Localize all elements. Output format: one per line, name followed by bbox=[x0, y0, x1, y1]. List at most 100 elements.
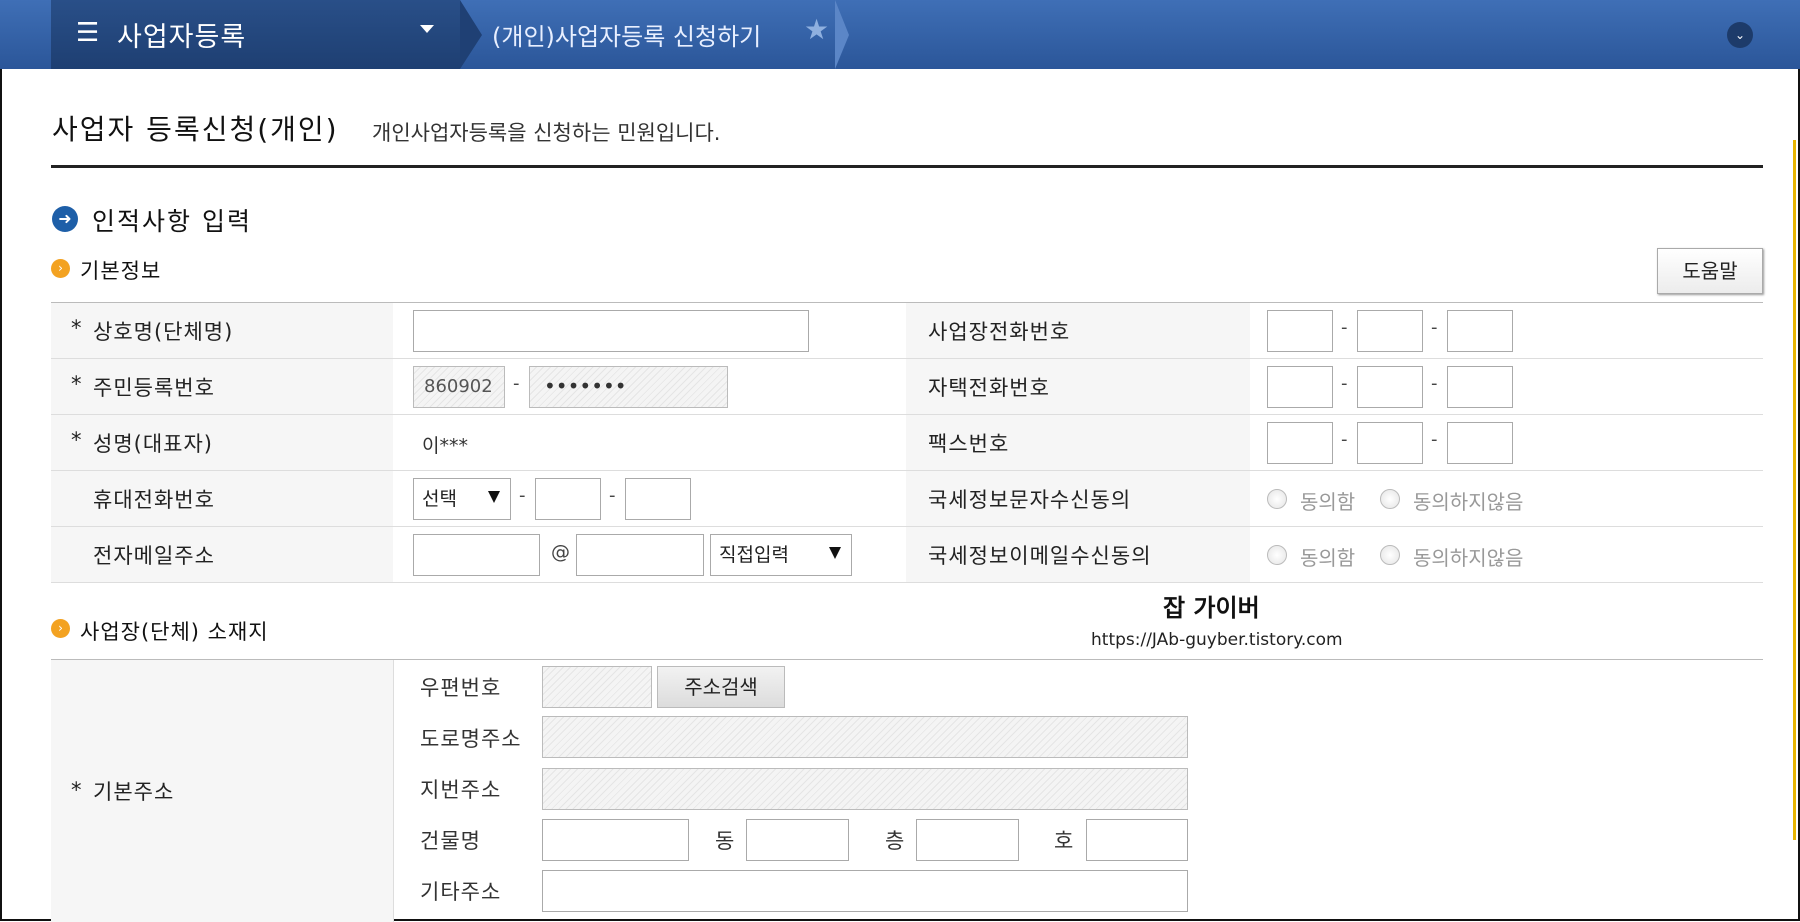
label-cell: 국세정보문자수신동의 bbox=[906, 471, 1250, 526]
table-row: 전자메일주소 @ 직접입력 국세정보이메일수신동의 동의함 동의하지않음 bbox=[51, 527, 1763, 583]
title-divider bbox=[51, 165, 1763, 168]
dash: - bbox=[519, 485, 526, 506]
road-address-input bbox=[542, 716, 1188, 758]
dash: - bbox=[609, 485, 616, 506]
business-phone-1[interactable] bbox=[1267, 310, 1333, 352]
address-section: * 기본주소 우편번호 주소검색 도로명주소 지번주소 건물명 동 층 호 기타… bbox=[51, 659, 1763, 922]
road-address-label: 도로명주소 bbox=[420, 727, 522, 751]
basic-info-title: 기본정보 bbox=[80, 259, 162, 283]
home-phone-1[interactable] bbox=[1267, 366, 1333, 408]
sms-consent-label: 국세정보문자수신동의 bbox=[928, 488, 1132, 512]
dash: - bbox=[1431, 429, 1438, 450]
email-domain-input[interactable] bbox=[576, 534, 704, 576]
fax-1[interactable] bbox=[1267, 422, 1333, 464]
email-local-input[interactable] bbox=[413, 534, 540, 576]
email-agree-label: 동의함 bbox=[1300, 546, 1356, 570]
dash: - bbox=[513, 373, 520, 394]
company-name-input[interactable] bbox=[413, 310, 809, 352]
etc-address-input[interactable] bbox=[542, 870, 1188, 912]
mobile-prefix-select[interactable]: 선택 bbox=[413, 478, 511, 520]
resident-number-front: 860902 bbox=[413, 366, 505, 408]
at-sign: @ bbox=[551, 541, 570, 563]
table-row: * 성명(대표자) 이*** 팩스번호 - - bbox=[51, 415, 1763, 471]
hamburger-icon[interactable]: ☰ bbox=[76, 20, 99, 46]
home-phone-2[interactable] bbox=[1357, 366, 1423, 408]
dash: - bbox=[1341, 429, 1348, 450]
dropdown-arrow-icon bbox=[829, 547, 841, 559]
business-phone-2[interactable] bbox=[1357, 310, 1423, 352]
ho-label: 호 bbox=[1054, 829, 1075, 853]
mobile-prefix-value: 선택 bbox=[422, 488, 457, 510]
email-label: 전자메일주소 bbox=[93, 544, 215, 568]
lot-address-input bbox=[542, 768, 1188, 810]
basic-info-table: * 상호명(단체명) 사업장전화번호 - - * 주민등록번호 860902 -… bbox=[51, 302, 1763, 583]
bullet-icon: › bbox=[51, 619, 70, 638]
email-consent-label: 국세정보이메일수신동의 bbox=[928, 544, 1152, 568]
page-title: 사업자 등록신청(개인) bbox=[52, 113, 339, 146]
mobile-label: 휴대전화번호 bbox=[93, 488, 215, 512]
arrow-right-icon: ➜ bbox=[52, 206, 78, 232]
top-nav-bar: ☰ 사업자등록 (개인)사업자등록 신청하기 ★ ⌄ bbox=[0, 0, 1800, 69]
fax-label: 팩스번호 bbox=[928, 432, 1010, 456]
caret-down-icon[interactable] bbox=[420, 25, 434, 33]
resident-number-back: ••••••• bbox=[529, 366, 728, 408]
label-cell: 팩스번호 bbox=[906, 415, 1250, 470]
fax-2[interactable] bbox=[1357, 422, 1423, 464]
fax-3[interactable] bbox=[1447, 422, 1513, 464]
scroll-accent bbox=[1793, 140, 1796, 840]
breadcrumb[interactable]: (개인)사업자등록 신청하기 bbox=[492, 17, 761, 52]
page-description: 개인사업자등록을 신청하는 민원입니다. bbox=[372, 121, 721, 145]
sms-disagree-radio[interactable] bbox=[1380, 489, 1400, 509]
email-domain-select[interactable]: 직접입력 bbox=[710, 534, 852, 576]
home-phone-3[interactable] bbox=[1447, 366, 1513, 408]
sms-agree-radio[interactable] bbox=[1267, 489, 1287, 509]
table-row: 휴대전화번호 선택 - - 국세정보문자수신동의 동의함 동의하지않음 bbox=[51, 471, 1763, 527]
dash: - bbox=[1341, 373, 1348, 394]
label-cell: 전자메일주소 bbox=[51, 527, 393, 582]
ho-input[interactable] bbox=[1086, 819, 1188, 861]
table-row: * 상호명(단체명) 사업장전화번호 - - bbox=[51, 303, 1763, 359]
watermark-url: https://JAb-guyber.tistory.com bbox=[1091, 630, 1343, 650]
home-phone-label: 자택전화번호 bbox=[928, 376, 1050, 400]
menu-dropdown[interactable] bbox=[51, 0, 482, 69]
label-cell: 자택전화번호 bbox=[906, 359, 1250, 414]
breadcrumb-separator bbox=[835, 0, 849, 69]
required-mark: * bbox=[71, 316, 83, 340]
zip-label: 우편번호 bbox=[420, 676, 502, 700]
label-cell: * 상호명(단체명) bbox=[51, 303, 393, 358]
email-disagree-label: 동의하지않음 bbox=[1413, 546, 1524, 570]
label-cell: 국세정보이메일수신동의 bbox=[906, 527, 1250, 582]
nav-separator bbox=[460, 0, 482, 69]
bullet-icon: › bbox=[51, 259, 70, 278]
chevron-down-icon[interactable]: ⌄ bbox=[1727, 22, 1753, 48]
required-mark: * bbox=[71, 778, 83, 802]
section-title: 인적사항 입력 bbox=[92, 207, 252, 236]
name-label: 성명(대표자) bbox=[93, 432, 213, 456]
email-disagree-radio[interactable] bbox=[1380, 545, 1400, 565]
divider bbox=[393, 660, 394, 922]
required-mark: * bbox=[71, 428, 83, 452]
building-input[interactable] bbox=[542, 819, 689, 861]
dash: - bbox=[1431, 373, 1438, 394]
etc-address-label: 기타주소 bbox=[420, 880, 502, 904]
label-cell: * 주민등록번호 bbox=[51, 359, 393, 414]
floor-input[interactable] bbox=[916, 819, 1019, 861]
name-value: 이*** bbox=[422, 435, 468, 457]
email-domain-select-value: 직접입력 bbox=[719, 544, 789, 566]
address-search-button[interactable]: 주소검색 bbox=[657, 666, 785, 708]
dong-input[interactable] bbox=[746, 819, 849, 861]
sms-disagree-label: 동의하지않음 bbox=[1413, 490, 1524, 514]
business-phone-3[interactable] bbox=[1447, 310, 1513, 352]
location-title: 사업장(단체) 소재지 bbox=[80, 620, 269, 644]
menu-title[interactable]: 사업자등록 bbox=[117, 15, 246, 54]
star-icon[interactable]: ★ bbox=[804, 13, 829, 46]
mobile-middle-input[interactable] bbox=[535, 478, 601, 520]
resident-number-label: 주민등록번호 bbox=[93, 376, 215, 400]
mobile-last-input[interactable] bbox=[625, 478, 691, 520]
dong-label: 동 bbox=[715, 829, 736, 853]
required-mark: * bbox=[71, 372, 83, 396]
email-agree-radio[interactable] bbox=[1267, 545, 1287, 565]
dash: - bbox=[1341, 317, 1348, 338]
help-button[interactable]: 도움말 bbox=[1657, 248, 1763, 294]
label-cell: * 성명(대표자) bbox=[51, 415, 393, 470]
